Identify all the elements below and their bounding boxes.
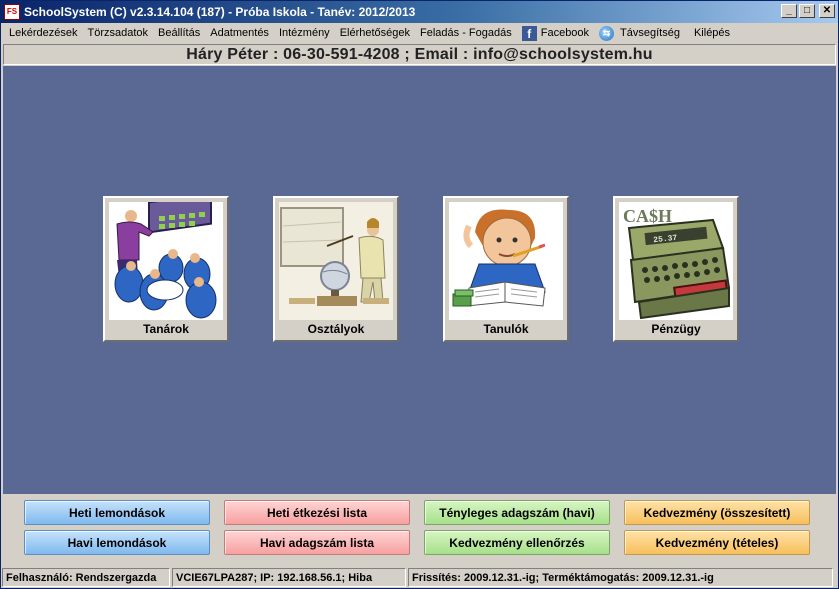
heti-lemondasok-button[interactable]: Heti lemondások — [24, 500, 210, 525]
cash-register-icon: CA$H 25.37 — [619, 202, 733, 320]
kedvezmeny-teteles-button[interactable]: Kedvezmény (tételes) — [624, 530, 810, 555]
menu-facebook-label: Facebook — [540, 27, 590, 39]
menu-lekerdezesek[interactable]: Lekérdezések — [4, 24, 83, 42]
tile-penzugy[interactable]: CA$H 25.37 Pénzügy — [613, 196, 739, 342]
tile-tanarok-label: Tanárok — [143, 322, 189, 336]
menu-bar: Lekérdezések Törzsadatok Beállítás Adatm… — [1, 23, 838, 43]
status-machine: VCIE67LPA287; IP: 192.168.56.1; Hiba — [172, 568, 406, 587]
tile-penzugy-label: Pénzügy — [651, 322, 701, 336]
tile-osztalyok[interactable]: Osztályok — [273, 196, 399, 342]
facebook-icon: f — [521, 25, 537, 41]
kedvezmeny-ellenorzes-button[interactable]: Kedvezmény ellenőrzés — [424, 530, 610, 555]
window-title: SchoolSystem (C) v2.3.14.104 (187) - Pró… — [24, 5, 416, 19]
close-button[interactable]: ✕ — [819, 4, 835, 18]
menu-intezmeny[interactable]: Intézmény — [274, 24, 335, 42]
tile-tanulok-label: Tanulók — [483, 322, 529, 336]
menu-adatmentes[interactable]: Adatmentés — [205, 24, 274, 42]
maximize-button[interactable]: □ — [799, 4, 815, 18]
app-window: FS SchoolSystem (C) v2.3.14.104 (187) - … — [0, 0, 839, 589]
teachers-icon — [109, 202, 223, 320]
contact-bar: Háry Péter : 06-30-591-4208 ; Email : in… — [3, 44, 836, 65]
menu-beallitas[interactable]: Beállítás — [153, 24, 205, 42]
tile-tanulok[interactable]: Tanulók — [443, 196, 569, 342]
status-user: Felhasználó: Rendszergazda — [2, 568, 170, 587]
menu-facebook[interactable]: f Facebook — [517, 24, 594, 42]
tenyleges-adagszam-button[interactable]: Tényleges adagszám (havi) — [424, 500, 610, 525]
status-license: Frissítés: 2009.12.31.-ig; Terméktámogat… — [408, 568, 833, 587]
havi-lemondasok-button[interactable]: Havi lemondások — [24, 530, 210, 555]
app-logo-icon[interactable]: FS — [4, 4, 20, 20]
tile-tanarok[interactable]: Tanárok — [103, 196, 229, 342]
cash-sign-text: CA$H — [623, 206, 672, 226]
contact-info: Háry Péter : 06-30-591-4208 ; Email : in… — [186, 45, 653, 63]
status-bar: Felhasználó: Rendszergazda VCIE67LPA287;… — [1, 567, 838, 588]
kedvezmeny-osszesitett-button[interactable]: Kedvezmény (összesített) — [624, 500, 810, 525]
action-button-area: Heti lemondások Havi lemondások Heti étk… — [3, 495, 836, 565]
title-bar[interactable]: FS SchoolSystem (C) v2.3.14.104 (187) - … — [1, 1, 838, 23]
minimize-button[interactable]: _ — [781, 4, 797, 18]
window-controls: _ □ ✕ — [781, 4, 835, 18]
main-panel: Tanárok Osztályok Tanulók CA$H 25.37 Pén… — [3, 66, 836, 494]
remote-help-icon: ⇆ — [599, 25, 615, 41]
menu-elerhetosegek[interactable]: Elérhetőségek — [335, 24, 415, 42]
classroom-icon — [279, 202, 393, 320]
menu-kilepes[interactable]: Kilépés — [689, 24, 735, 42]
menu-torzsadatok[interactable]: Törzsadatok — [83, 24, 154, 42]
menu-tavsegitseg[interactable]: ⇆ Távsegítség — [594, 24, 685, 42]
menu-tavsegitseg-label: Távsegítség — [620, 27, 680, 39]
menu-feladas-fogadas[interactable]: Feladás - Fogadás — [415, 24, 517, 42]
tile-osztalyok-label: Osztályok — [307, 322, 365, 336]
heti-etkezesi-lista-button[interactable]: Heti étkezési lista — [224, 500, 410, 525]
havi-adagszam-lista-button[interactable]: Havi adagszám lista — [224, 530, 410, 555]
student-icon — [449, 202, 563, 320]
